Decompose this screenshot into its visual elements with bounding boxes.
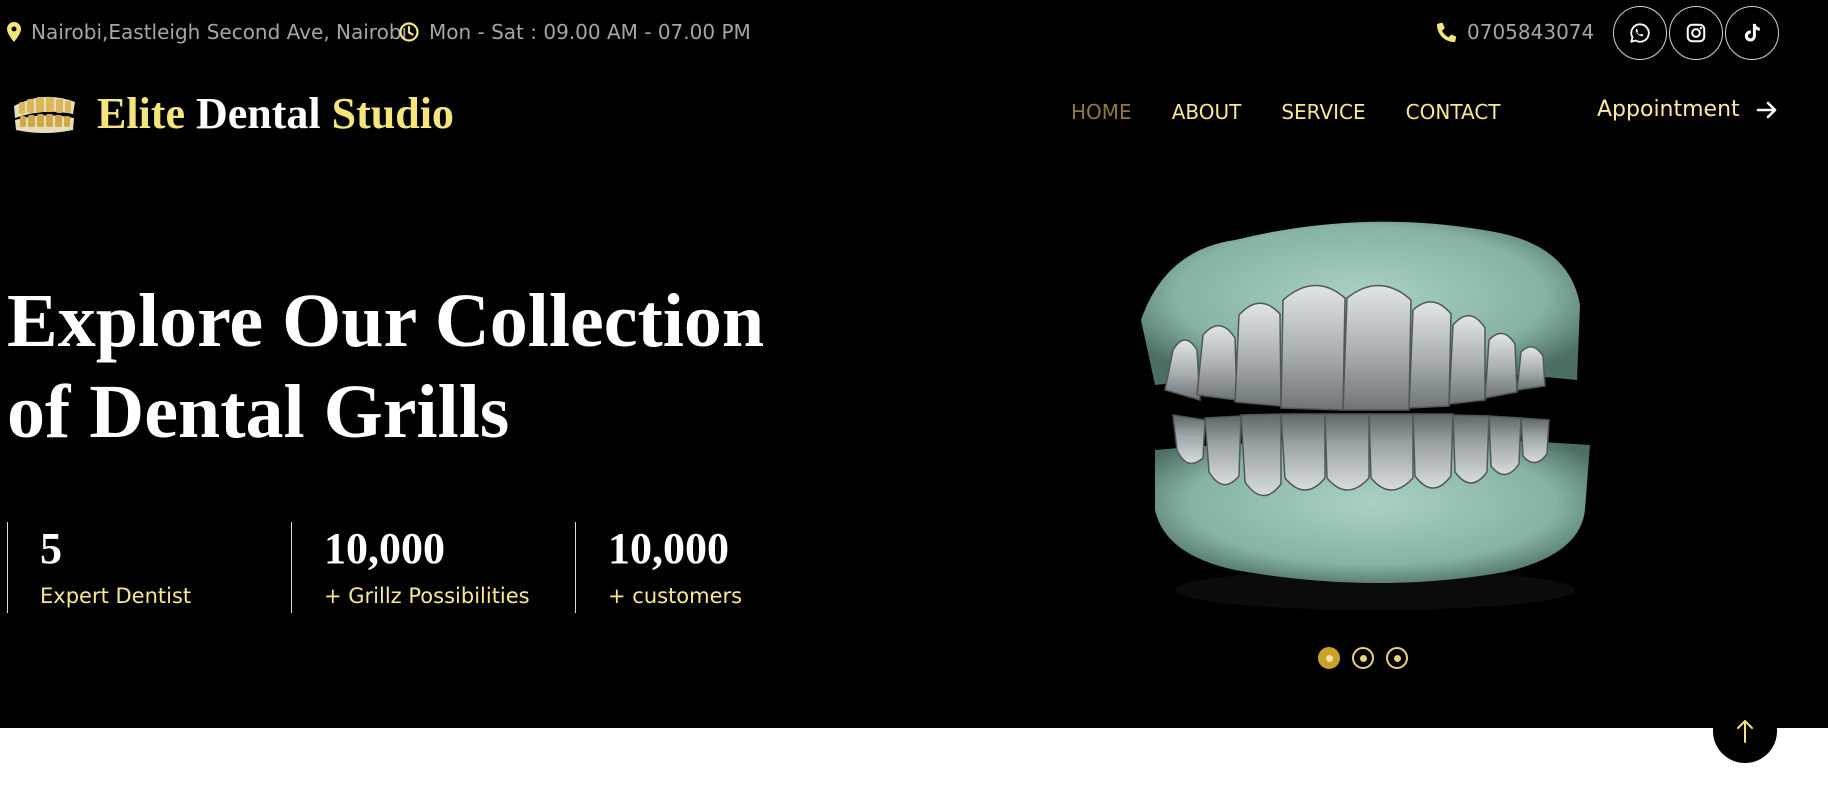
phone-text[interactable]: 0705843074: [1467, 20, 1594, 44]
appointment-label: Appointment: [1597, 97, 1740, 122]
stat-number: 10,000: [324, 524, 445, 573]
grillz-mold-image: [1141, 221, 1590, 610]
hero-title: Explore Our Collection of Dental Grills: [7, 276, 907, 458]
arrow-right-icon: [1756, 101, 1776, 118]
brand-name[interactable]: Elite Dental Studio: [97, 88, 454, 139]
back-to-top-button[interactable]: [1713, 699, 1777, 763]
brand-word-studio: Studio: [331, 89, 454, 138]
stat-item: 10,000 + customers: [575, 522, 859, 613]
nav-service[interactable]: SERVICE: [1281, 100, 1365, 124]
stat-label: Expert Dentist: [40, 584, 192, 608]
instagram-icon: [1686, 23, 1706, 43]
clock-icon: [399, 22, 419, 42]
phone-info[interactable]: 0705843074: [1437, 20, 1594, 44]
slider-dot-3[interactable]: [1386, 647, 1408, 669]
hero-title-line2: of Dental Grills: [7, 370, 510, 454]
address-info: Nairobi,Eastleigh Second Ave, Nairobi: [7, 20, 407, 44]
top-info-bar: Nairobi,Eastleigh Second Ave, Nairobi Mo…: [0, 0, 1828, 66]
whatsapp-button[interactable]: [1613, 6, 1667, 60]
hero-title-line1: Explore Our Collection: [7, 279, 765, 363]
hours-text: Mon - Sat : 09.00 AM - 07.00 PM: [429, 20, 751, 44]
whatsapp-icon: [1630, 23, 1650, 43]
phone-icon: [1437, 22, 1457, 42]
hours-info: Mon - Sat : 09.00 AM - 07.00 PM: [399, 20, 751, 44]
slider-dot-2[interactable]: [1352, 647, 1374, 669]
location-pin-icon: [7, 22, 21, 42]
social-links: [1613, 6, 1779, 60]
stats-row: 5 Expert Dentist 10,000 + Grillz Possibi…: [7, 522, 859, 613]
arrow-up-icon: [1737, 720, 1753, 743]
tiktok-button[interactable]: [1725, 6, 1779, 60]
nav-contact[interactable]: CONTACT: [1406, 100, 1501, 124]
stat-number: 10,000: [608, 524, 729, 573]
stat-label: + customers: [608, 584, 743, 608]
logo-grillz-icon[interactable]: [9, 88, 79, 138]
instagram-button[interactable]: [1669, 6, 1723, 60]
slider-dot-1[interactable]: [1318, 647, 1340, 669]
stat-item: 10,000 + Grillz Possibilities: [291, 522, 575, 613]
brand-word-dental: Dental: [195, 89, 321, 138]
nav-menu: HOME ABOUT SERVICE CONTACT: [1071, 100, 1501, 124]
stat-number: 5: [40, 524, 62, 573]
tiktok-icon: [1744, 23, 1760, 42]
nav-about[interactable]: ABOUT: [1172, 100, 1242, 124]
appointment-button[interactable]: Appointment: [1597, 97, 1778, 122]
nav-home[interactable]: HOME: [1071, 100, 1132, 124]
stat-label: + Grillz Possibilities: [324, 584, 530, 608]
brand-word-elite: Elite: [97, 89, 185, 138]
main-navbar: Elite Dental Studio HOME ABOUT SERVICE C…: [0, 80, 1828, 146]
slider-dots: [1318, 647, 1408, 669]
stat-item: 5 Expert Dentist: [7, 522, 291, 613]
address-text: Nairobi,Eastleigh Second Ave, Nairobi: [31, 20, 408, 44]
